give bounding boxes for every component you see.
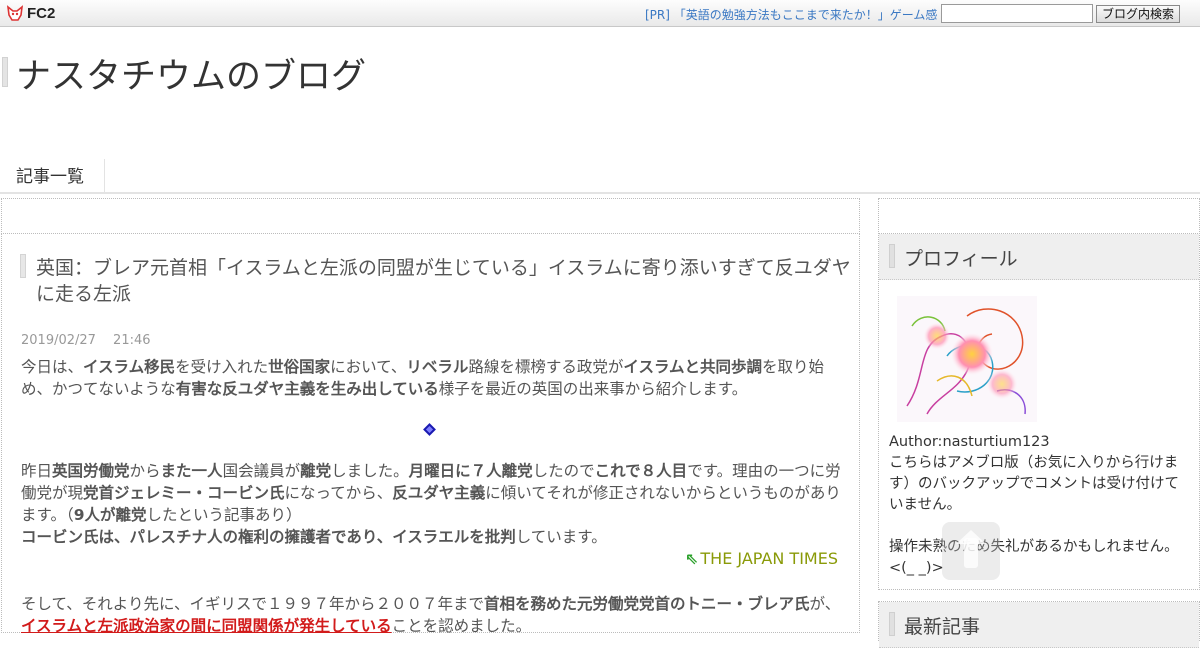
avatar — [897, 296, 1037, 422]
profile-header: プロフィール — [879, 234, 1199, 280]
arrow-up-icon-shaft — [964, 538, 978, 568]
article-title[interactable]: 英国：ブレア元首相「イスラムと左派の同盟が生じている」イスラムに寄り添いすぎて反… — [36, 255, 858, 307]
fc2-logo[interactable]: FC2 — [6, 4, 55, 23]
arrow-up-left-icon: ⇖ — [685, 549, 699, 568]
blog-search-button[interactable]: ブログ内検索 — [1096, 5, 1180, 23]
article-paragraph-3: そして、それより先に、イギリスで１９９７年から２００７年まで首相を務めた元労働党… — [21, 595, 841, 635]
article-date: 2019/02/27 21:46 — [21, 333, 151, 348]
recent-posts-accent-bar — [889, 612, 895, 636]
article-paragraph-1: 今日は、イスラム移民を受け入れた世俗国家において、リベラル路線を標榜する政党がイ… — [21, 358, 825, 398]
fc2-logo-text: FC2 — [27, 5, 56, 22]
japan-times-source-link[interactable]: ⇖ THE JAPAN TIMES — [685, 549, 838, 568]
profile-emoticon: <(_ _)> — [889, 560, 944, 576]
profile-heading: プロフィール — [904, 248, 1018, 270]
side-top-box — [878, 198, 1200, 234]
japan-times-link-label: THE JAPAN TIMES — [700, 549, 838, 568]
recent-posts-header: 最新記事 — [879, 602, 1199, 648]
scroll-to-top-button[interactable] — [942, 522, 1000, 580]
blog-search-input[interactable] — [941, 4, 1093, 23]
fc2-toolbar: FC2 [PR] 「英語の勉強方法もここまで来たか！」ゲーム感 ブログ内検索 — [0, 0, 1200, 27]
recent-posts-heading: 最新記事 — [904, 616, 981, 638]
profile-author: Author:nasturtium123 — [889, 434, 1050, 450]
title-accent-bar — [2, 57, 8, 87]
profile-accent-bar — [889, 244, 895, 268]
profile-bio: こちらはアメブロ版（お気に入りから行けます）のバックアップでコメントは受け付けて… — [889, 455, 1179, 513]
blog-title[interactable]: ナスタチウムのブログ — [16, 48, 366, 99]
profile-bio-note: 操作未熟のため失礼があるかもしれません。 — [889, 539, 1179, 555]
article-paragraph-2: 昨日英国労働党からまた一人国会議員が離党しました。月曜日に７人離党したのでこれで… — [21, 462, 841, 546]
nav-divider — [0, 192, 1200, 194]
profile-text: Author:nasturtium123 こちらはアメブロ版（お気に入りから行け… — [889, 432, 1189, 579]
article-title-accent-bar — [20, 254, 26, 278]
fc2-fox-icon — [6, 4, 24, 23]
nav-item-article-list[interactable]: 記事一覧 — [0, 159, 105, 194]
main-top-box — [1, 198, 860, 234]
pr-ad-link[interactable]: [PR] 「英語の勉強方法もここまで来たか！」ゲーム感 — [645, 6, 937, 23]
